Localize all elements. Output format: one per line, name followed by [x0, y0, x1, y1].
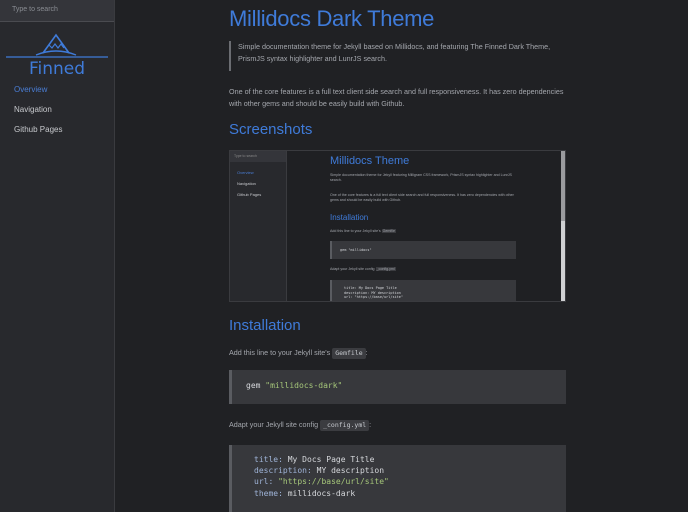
intro-blockquote: Simple documentation theme for Jekyll ba… — [229, 41, 559, 71]
gem-code-block: gem "millidocs-dark" — [229, 370, 566, 404]
sidebar-nav: Overview Navigation Github Pages — [14, 85, 62, 145]
screenshot-cfg3: url: "https://base/url/site" — [344, 295, 404, 299]
add-line-text: Add this line to your Jekyll site's — [229, 348, 331, 357]
add-line-paragraph: Add this line to your Jekyll site's Gemf… — [229, 347, 368, 359]
screenshot-features: One of the core features is a full text … — [330, 193, 514, 202]
config-description-key: description: — [254, 466, 312, 476]
config-theme-line: theme: millidocs-dark — [254, 488, 566, 499]
search-input[interactable]: Type to search — [0, 0, 114, 22]
sidebar-item-overview[interactable]: Overview — [14, 85, 62, 105]
screenshot-nav-overview: Overview — [237, 170, 254, 175]
adapt-text: Adapt your Jekyll site config — [229, 420, 319, 429]
logo-text: Finned — [29, 59, 85, 77]
adapt-paragraph: Adapt your Jekyll site config _config.ym… — [229, 419, 371, 431]
screenshot-image: Type to search Overview Navigation Githu… — [229, 150, 566, 302]
screenshot-title: Millidocs Theme — [330, 155, 410, 167]
config-url-key: url: — [254, 477, 274, 487]
screenshot-sidebar: Type to search Overview Navigation Githu… — [230, 151, 287, 301]
config-url-line: url: "https://base/url/site" — [254, 476, 566, 487]
installation-heading: Installation — [229, 317, 301, 334]
config-theme-value: millidocs-dark — [287, 488, 356, 498]
gemfile-code: Gemfile — [332, 348, 366, 359]
screenshot-scrollbar — [561, 151, 565, 301]
gem-keyword: gem — [246, 381, 261, 390]
screenshots-heading: Screenshots — [229, 121, 313, 138]
config-title-value: My Docs Page Title — [287, 455, 375, 464]
sidebar-item-github-pages[interactable]: Github Pages — [14, 125, 62, 145]
config-description-line: description: MY description — [254, 465, 566, 476]
finned-logo: Finned — [6, 33, 108, 77]
screenshot-config-code: title: My Docs Page Title description: M… — [330, 280, 516, 301]
screenshot-nav-github: Github Pages — [237, 192, 262, 197]
features-paragraph: One of the core features is a full text … — [229, 87, 564, 108]
add-line-suffix: : — [365, 348, 368, 357]
sidebar-item-navigation[interactable]: Navigation — [14, 105, 62, 125]
config-code-block: title: My Docs Page Title description: M… — [229, 445, 566, 512]
screenshot-add-text: Add this line to your Jekyll site's — [330, 229, 381, 233]
screenshot-adapt-line: Adapt your Jekyll site config _config.ym… — [330, 267, 520, 272]
sidebar: Type to search Finned Overview Navigatio… — [0, 0, 115, 512]
screenshot-search: Type to search — [230, 151, 286, 162]
screenshot-install-heading: Installation — [330, 213, 369, 222]
gem-name: "millidocs-dark" — [265, 381, 343, 390]
screenshot-intro: Simple documentation theme for Jekyll fe… — [330, 173, 512, 182]
config-file-code: _config.yml — [320, 420, 370, 431]
screenshot-nav-navigation: Navigation — [237, 181, 256, 186]
config-url-value: "https://base/url/site" — [278, 477, 389, 487]
screenshot-gemfile: Gemfile — [381, 229, 397, 233]
config-title-line: title: My Docs Page Title — [254, 454, 566, 465]
screenshot-adapt-text: Adapt your Jekyll site config — [330, 267, 375, 271]
config-description-value: MY description — [316, 466, 385, 476]
screenshot-config: _config.yml — [375, 267, 396, 271]
screenshot-gem-code: gem "millidocs" — [330, 241, 516, 259]
adapt-suffix: : — [369, 420, 372, 429]
config-theme-key: theme: — [254, 488, 283, 498]
config-title-key: title: — [254, 455, 283, 464]
screenshot-add-line: Add this line to your Jekyll site's Gemf… — [330, 229, 520, 234]
page-title: Millidocs Dark Theme — [229, 6, 435, 31]
